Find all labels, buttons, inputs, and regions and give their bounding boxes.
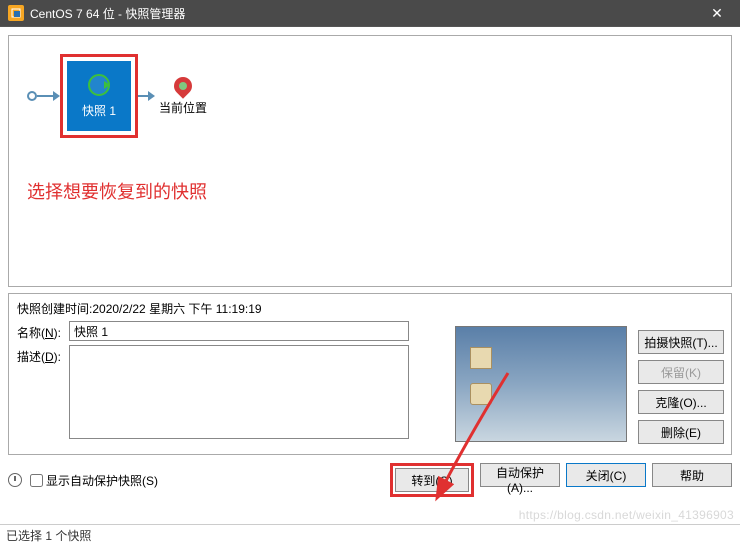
clone-button[interactable]: 克隆(O)... xyxy=(638,390,724,414)
close-button[interactable]: 关闭(C) xyxy=(566,463,646,487)
snapshot-thumbnail xyxy=(455,326,627,442)
pin-icon xyxy=(170,73,195,98)
delete-button[interactable]: 删除(E) xyxy=(638,420,724,444)
created-time-value: 2020/2/22 星期六 下午 11:19:19 xyxy=(92,302,261,316)
annotation-text: 选择想要恢复到的快照 xyxy=(27,178,713,204)
close-icon[interactable]: ✕ xyxy=(702,5,732,22)
help-button[interactable]: 帮助 xyxy=(652,463,732,487)
status-text: 已选择 1 个快照 xyxy=(6,529,91,543)
created-time-label: 快照创建时间: xyxy=(17,302,92,316)
flow-arrowhead-icon xyxy=(53,91,60,101)
snapshot-diagram-panel: 快照 1 当前位置 选择想要恢复到的快照 xyxy=(8,35,732,287)
dialog-body: 快照 1 当前位置 选择想要恢复到的快照 快照创建时间:2020/2/22 星期… xyxy=(0,26,740,524)
titlebar: CentOS 7 64 位 - 快照管理器 ✕ xyxy=(0,0,740,26)
description-label: 描述(D): xyxy=(17,345,69,365)
show-autoprotect-label: 显示自动保护快照(S) xyxy=(46,472,158,489)
show-autoprotect-input[interactable] xyxy=(30,474,43,487)
snapshot-tile[interactable]: 快照 1 xyxy=(67,61,131,131)
autoprotect-button[interactable]: 自动保护(A)... xyxy=(480,463,560,487)
goto-button-highlight: 转到(G) xyxy=(390,463,474,497)
clock-icon xyxy=(8,473,22,487)
show-autoprotect-checkbox[interactable]: 显示自动保护快照(S) xyxy=(30,472,384,489)
snapshot-flow: 快照 1 当前位置 xyxy=(27,54,713,138)
flow-arrow-icon xyxy=(138,95,148,97)
flow-arrow-icon xyxy=(37,95,53,97)
side-button-group: 拍摄快照(T)... 保留(K) 克隆(O)... 删除(E) xyxy=(638,330,724,444)
name-label: 名称(N): xyxy=(17,321,69,341)
bottom-button-group: 转到(G) 自动保护(A)... 关闭(C) 帮助 xyxy=(390,463,732,497)
desktop-icon xyxy=(470,347,492,369)
goto-button[interactable]: 转到(G) xyxy=(395,468,469,492)
desktop-icon xyxy=(470,383,492,405)
take-snapshot-button[interactable]: 拍摄快照(T)... xyxy=(638,330,724,354)
selected-snapshot-highlight: 快照 1 xyxy=(60,54,138,138)
status-bar: 已选择 1 个快照 xyxy=(0,524,740,544)
watermark-text: https://blog.csdn.net/weixin_41396903 xyxy=(519,508,734,522)
flow-arrowhead-icon xyxy=(148,91,155,101)
snapshot-restore-icon xyxy=(88,74,110,96)
current-position-label: 当前位置 xyxy=(159,99,207,116)
current-position-node[interactable]: 当前位置 xyxy=(159,77,207,116)
window-title: CentOS 7 64 位 - 快照管理器 xyxy=(30,5,702,22)
created-time-row: 快照创建时间:2020/2/22 星期六 下午 11:19:19 xyxy=(17,300,723,317)
app-icon xyxy=(8,5,24,21)
keep-button: 保留(K) xyxy=(638,360,724,384)
snapshot-tile-label: 快照 1 xyxy=(82,102,116,119)
description-textarea[interactable] xyxy=(69,345,409,439)
root-node-icon xyxy=(27,91,37,101)
name-input[interactable] xyxy=(69,321,409,341)
bottom-row: 显示自动保护快照(S) 转到(G) 自动保护(A)... 关闭(C) 帮助 xyxy=(8,463,732,497)
